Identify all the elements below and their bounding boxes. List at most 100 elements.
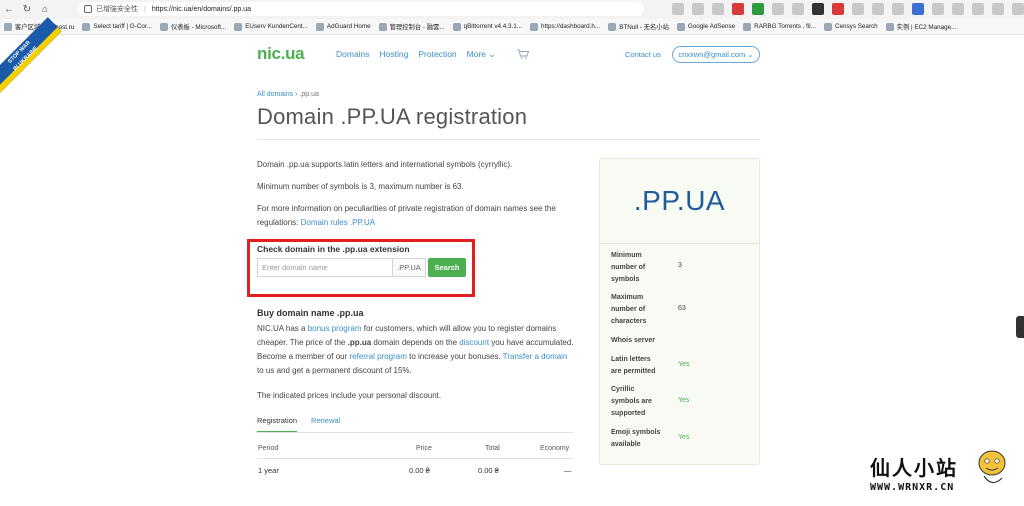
favicon-icon [82, 22, 91, 31]
panel-divider [600, 243, 759, 244]
prop-label: Emoji symbols available [611, 429, 661, 448]
bookmark-item[interactable]: AdGuard Home [315, 22, 371, 31]
bookmark-item[interactable]: qBittorrent v4.4.3.1... [452, 22, 522, 31]
cart-icon[interactable] [517, 49, 529, 59]
extension-icon[interactable] [992, 3, 1004, 15]
extension-info-panel: .PP.UA Minimum number of symbols 3 Maxim… [599, 158, 760, 465]
bookmark-item[interactable]: RARBG Torrents , fil... [743, 22, 816, 31]
extension-icon[interactable] [972, 3, 984, 15]
col-header-period: Period [258, 445, 279, 452]
bookmark-item[interactable]: Select tariff | G-Cor... [82, 22, 152, 31]
table-header-divider [257, 458, 573, 459]
breadcrumb-all-domains[interactable]: All domains [257, 91, 293, 98]
favicon-icon [608, 22, 617, 31]
bookmark-item[interactable]: Censys Search [823, 22, 878, 31]
bookmark-item[interactable]: BTNull - 无名小站 [608, 22, 669, 31]
transfer-domain-link[interactable]: Transfer a domain [503, 352, 568, 361]
nav-more[interactable]: More ⌄ [467, 49, 496, 60]
bookmark-item[interactable]: 实例 | EC2 Manage... [885, 22, 956, 31]
extension-icon[interactable] [752, 3, 764, 15]
breadcrumb-separator: › [295, 91, 298, 98]
extension-icon[interactable] [692, 3, 704, 15]
scroll-handle[interactable] [1016, 316, 1024, 338]
main-nav: Domains Hosting Protection More ⌄ [336, 49, 496, 60]
nav-hosting[interactable]: Hosting [380, 49, 409, 60]
prop-value: 63 [678, 305, 686, 312]
extension-icon[interactable] [812, 3, 824, 15]
extension-icon[interactable] [852, 3, 864, 15]
reload-icon[interactable]: ↻ [18, 1, 36, 19]
prop-value: 3 [678, 262, 682, 269]
extension-icon[interactable] [672, 3, 684, 15]
bonus-program-link[interactable]: bonus program [308, 324, 362, 333]
extension-icon[interactable] [872, 3, 884, 15]
bookmark-item[interactable]: https://dashboard.h... [530, 22, 600, 31]
domain-rules-link[interactable]: Domain rules .PP.UA [301, 218, 376, 227]
table-cell-price: 0.00 ₴ [409, 466, 430, 475]
referral-program-link[interactable]: referral program [350, 352, 407, 361]
page-title: Domain .PP.UA registration [257, 104, 528, 129]
favicon-icon [676, 22, 685, 31]
intro-paragraph-3: For more information on peculiarities of… [257, 202, 577, 230]
extension-icon[interactable] [832, 3, 844, 15]
bookmark-item[interactable]: 仪表板 - Microsoft... [159, 22, 226, 31]
extension-title: .PP.UA [633, 185, 726, 216]
tab-registration[interactable]: Registration [257, 416, 298, 433]
tab-renewal[interactable]: Renewal [311, 416, 340, 433]
address-bar[interactable]: 已增強安全性 | https://nic.ua/en/domains/.pp.u… [78, 2, 644, 16]
favicon-icon [234, 22, 243, 31]
site-logo[interactable]: nic.ua [257, 44, 305, 64]
extension-icon[interactable] [1012, 3, 1024, 15]
watermark-text: 仙人小站 [870, 456, 958, 480]
security-label: 已增強安全性 [96, 6, 138, 13]
home-icon[interactable]: ⌂ [36, 1, 54, 19]
prop-value: Yes [678, 361, 690, 368]
contact-us-link[interactable]: Contact us [625, 50, 661, 59]
discount-link[interactable]: discount [459, 338, 489, 347]
watermark-mascot-icon [978, 450, 1006, 484]
prop-label: Maximum number of characters [611, 294, 647, 325]
favicon-icon [885, 22, 894, 31]
buy-text: to increase your bonuses. [409, 352, 501, 361]
extension-icon[interactable] [792, 3, 804, 15]
favicon-icon [743, 22, 752, 31]
favicon-icon [4, 22, 12, 31]
intro-paragraph-1: Domain .pp.ua supports latin letters and… [257, 160, 513, 169]
account-dropdown[interactable]: cnxxwn@gmail.com ⌄ [672, 46, 760, 63]
extension-icon[interactable] [952, 3, 964, 15]
prop-label: Latin letters are permitted [611, 356, 656, 375]
bookmark-item[interactable]: EUserv KundenCent... [234, 22, 308, 31]
extension-icon[interactable] [912, 3, 924, 15]
extension-icon[interactable] [732, 3, 744, 15]
bookmark-item[interactable]: Google AdSense [676, 22, 735, 31]
favicon-icon [530, 22, 539, 31]
title-divider [257, 139, 760, 140]
nav-domains[interactable]: Domains [336, 49, 370, 60]
nav-protection[interactable]: Protection [418, 49, 456, 60]
watermark-url: WWW.WRNXR.CN [870, 482, 955, 493]
buy-text: to us and get a permanent discount of 15… [257, 366, 412, 375]
bookmarks-bar: 客户区域 | justhost.ru Select tariff | G-Cor… [0, 19, 1024, 35]
favicon-icon [378, 22, 387, 31]
url-text: https://nic.ua/en/domains/.pp.ua [151, 5, 252, 13]
breadcrumb-current: .pp.ua [299, 91, 319, 98]
tabs-divider [257, 432, 573, 433]
extension-icon[interactable] [712, 3, 724, 15]
favicon-icon [452, 22, 461, 31]
col-header-economy: Economy [540, 445, 570, 452]
bookmark-item[interactable]: 管理控制台 - 融雲... [378, 22, 445, 31]
extension-icon[interactable] [932, 3, 944, 15]
extension-icon[interactable] [892, 3, 904, 15]
favicon-icon [159, 22, 168, 31]
extension-icon[interactable] [772, 3, 784, 15]
price-tabs: Registration Renewal [257, 416, 340, 433]
breadcrumb: All domains › .pp.ua [257, 91, 319, 98]
shield-icon [84, 5, 92, 13]
prices-note: The indicated prices include your person… [257, 391, 442, 400]
favicon-icon [315, 22, 324, 31]
url-separator: | [144, 5, 146, 13]
back-icon[interactable]: ← [0, 1, 18, 19]
intro-paragraph-2: Minimum number of symbols is 3, maximum … [257, 182, 464, 191]
prop-label: Minimum number of symbols [611, 252, 646, 283]
browser-toolbar: ← ↻ ⌂ 已增強安全性 | https://nic.ua/en/domains… [0, 0, 1024, 19]
